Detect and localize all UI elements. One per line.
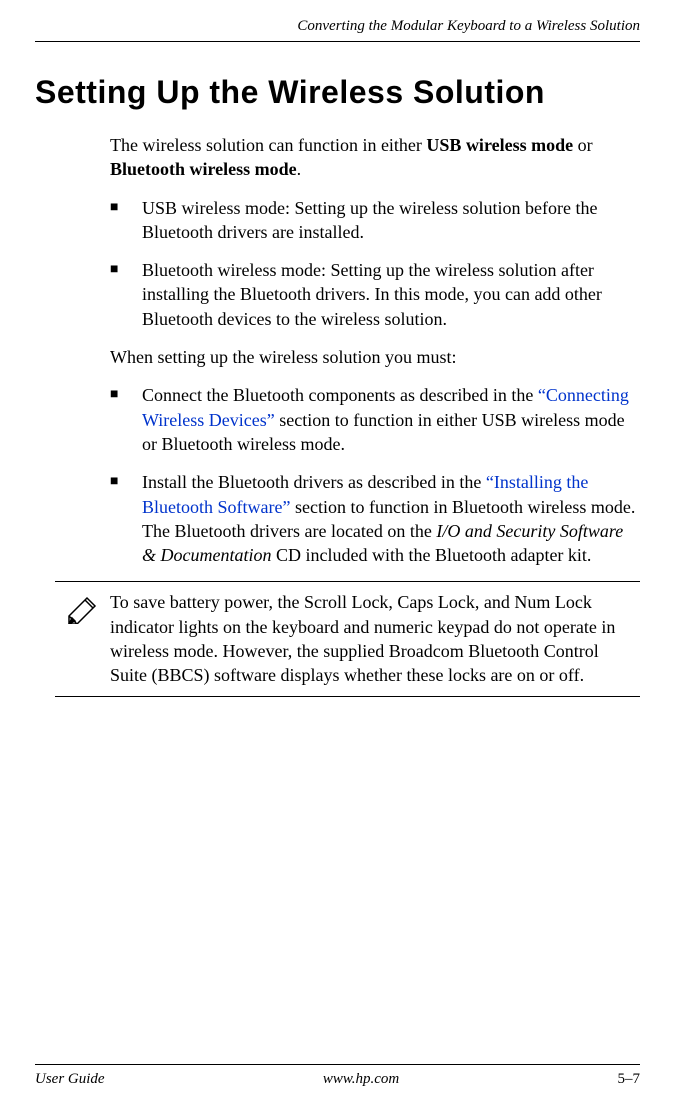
footer-center: www.hp.com <box>323 1071 399 1088</box>
intro-bold-2: Bluetooth wireless mode <box>110 159 297 179</box>
square-bullet-icon: ■ <box>110 383 142 456</box>
page-title: Setting Up the Wireless Solution <box>35 74 640 111</box>
square-bullet-icon: ■ <box>110 196 142 245</box>
page-footer: User Guide www.hp.com 5–7 <box>35 1064 640 1088</box>
note-block: To save battery power, the Scroll Lock, … <box>55 581 640 696</box>
intro-prefix: The wireless solution can function in ei… <box>110 135 426 155</box>
bullet4-prefix: Install the Bluetooth drivers as describ… <box>142 472 486 492</box>
note-pencil-icon <box>55 590 110 687</box>
bullet-text: Install the Bluetooth drivers as describ… <box>142 470 640 567</box>
bullet-text: Connect the Bluetooth components as desc… <box>142 383 640 456</box>
footer-right: 5–7 <box>617 1071 640 1088</box>
paragraph-2: When setting up the wireless solution yo… <box>110 345 640 369</box>
intro-bold-1: USB wireless mode <box>426 135 573 155</box>
bullet3-prefix: Connect the Bluetooth components as desc… <box>142 385 538 405</box>
square-bullet-icon: ■ <box>110 258 142 331</box>
list-item: ■ Install the Bluetooth drivers as descr… <box>110 470 640 567</box>
note-text: To save battery power, the Scroll Lock, … <box>110 590 640 687</box>
intro-mid: or <box>573 135 593 155</box>
page: Converting the Modular Keyboard to a Wir… <box>0 0 675 1118</box>
intro-paragraph: The wireless solution can function in ei… <box>110 133 640 182</box>
bullet-text: Bluetooth wireless mode: Setting up the … <box>142 258 640 331</box>
header-title: Converting the Modular Keyboard to a Wir… <box>297 18 640 34</box>
bullet-list-1: ■ USB wireless mode: Setting up the wire… <box>110 196 640 331</box>
list-item: ■ Connect the Bluetooth components as de… <box>110 383 640 456</box>
square-bullet-icon: ■ <box>110 470 142 567</box>
bullet4-suffix: CD included with the Bluetooth adapter k… <box>271 545 591 565</box>
footer-left: User Guide <box>35 1071 105 1088</box>
content-body: The wireless solution can function in ei… <box>35 133 640 697</box>
list-item: ■ Bluetooth wireless mode: Setting up th… <box>110 258 640 331</box>
bullet-list-2: ■ Connect the Bluetooth components as de… <box>110 383 640 567</box>
page-header: Converting the Modular Keyboard to a Wir… <box>35 0 640 42</box>
bullet-text: USB wireless mode: Setting up the wirele… <box>142 196 640 245</box>
intro-suffix: . <box>297 159 302 179</box>
list-item: ■ USB wireless mode: Setting up the wire… <box>110 196 640 245</box>
